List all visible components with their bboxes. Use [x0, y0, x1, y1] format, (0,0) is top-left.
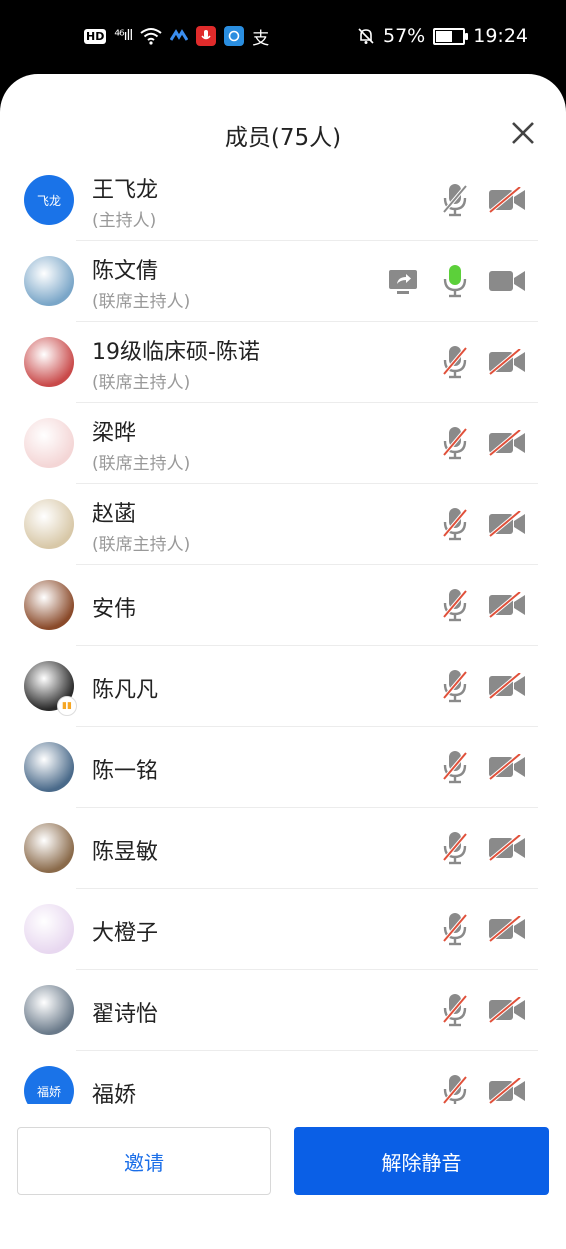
hd-icon: HD: [84, 28, 107, 44]
status-right-icons: 57% 19:24: [357, 24, 528, 48]
member-row[interactable]: ▮▮ 陈凡凡: [0, 646, 566, 727]
member-row[interactable]: 福娇 福娇: [0, 1051, 566, 1104]
microphone-icon[interactable]: [441, 344, 469, 380]
unmute-all-button[interactable]: 解除静音: [294, 1127, 549, 1195]
panel-title: 成员(75人): [224, 125, 342, 151]
member-row[interactable]: 飞龙 王飞龙 (主持人): [0, 160, 566, 241]
camera-icon[interactable]: [488, 430, 526, 456]
avatar: [24, 256, 74, 306]
status-bar: HD ⁴⁶ıll 支 57% 19:24: [0, 0, 566, 74]
member-row[interactable]: 陈文倩 (联席主持人): [0, 241, 566, 322]
member-name: 大橙子: [92, 921, 159, 946]
member-row[interactable]: 安伟: [0, 565, 566, 646]
member-name: 翟诗怡: [92, 1002, 159, 1027]
camera-icon[interactable]: [488, 349, 526, 375]
battery-level: [436, 30, 453, 42]
battery-icon: [433, 27, 469, 45]
member-row[interactable]: 陈一铭: [0, 727, 566, 808]
member-name: 陈一铭: [92, 759, 159, 784]
member-name: 陈昱敏: [92, 840, 159, 865]
member-role: (联席主持人): [92, 373, 191, 393]
microphone-icon[interactable]: [441, 587, 469, 623]
microphone-icon[interactable]: [441, 1073, 469, 1104]
member-name: 福娇: [92, 1083, 137, 1104]
clock: 19:24: [473, 25, 528, 47]
bottom-action-bar: 邀请 解除静音: [0, 1104, 566, 1249]
member-name: 19级临床硕-陈诺: [92, 340, 260, 365]
invite-button[interactable]: 邀请: [17, 1127, 271, 1195]
alipay-icon: 支: [252, 28, 270, 49]
close-icon[interactable]: [508, 118, 538, 148]
avatar: [24, 418, 74, 468]
avatar-initials: 福娇: [36, 1084, 61, 1099]
member-row[interactable]: 陈昱敏: [0, 808, 566, 889]
member-role: (主持人): [92, 211, 157, 231]
microphone-icon[interactable]: [441, 830, 469, 866]
members-panel: 成员(75人) 飞龙 王飞龙 (主持人) 陈文倩 (联席主持人) 19级临床硕-陈诺 (联席…: [0, 74, 566, 1249]
microphone-icon[interactable]: [441, 668, 469, 704]
member-name: 陈文倩: [92, 259, 159, 284]
camera-icon[interactable]: [488, 592, 526, 618]
camera-icon[interactable]: [488, 511, 526, 537]
microphone-icon[interactable]: [441, 506, 469, 542]
app-icon-2: [196, 26, 217, 46]
camera-icon[interactable]: [488, 268, 526, 294]
microphone-icon[interactable]: [441, 749, 469, 785]
signal-badge-icon: ▮▮: [57, 696, 77, 716]
microphone-icon[interactable]: [441, 911, 469, 947]
avatar: [24, 823, 74, 873]
avatar-initials: 飞龙: [36, 193, 61, 208]
signal-4g-icon: ⁴⁶ıll: [114, 28, 133, 44]
member-name: 陈凡凡: [92, 678, 159, 703]
member-name: 梁晔: [92, 421, 137, 446]
member-list[interactable]: 飞龙 王飞龙 (主持人) 陈文倩 (联席主持人) 19级临床硕-陈诺 (联席主持人) 梁晔 (联…: [0, 160, 566, 1104]
microphone-icon[interactable]: [441, 992, 469, 1028]
member-name: 赵菡: [92, 502, 137, 527]
microphone-icon[interactable]: [441, 263, 469, 299]
camera-icon[interactable]: [488, 754, 526, 780]
member-role: (联席主持人): [92, 535, 191, 555]
avatar: [24, 904, 74, 954]
app-icon-3: [224, 26, 245, 46]
avatar: [24, 985, 74, 1035]
camera-icon[interactable]: [488, 673, 526, 699]
camera-icon[interactable]: [488, 997, 526, 1023]
app-icon-1: [170, 29, 189, 41]
avatar: [24, 499, 74, 549]
screen-share-icon[interactable]: [388, 269, 418, 295]
avatar: [24, 337, 74, 387]
avatar: [24, 580, 74, 630]
member-row[interactable]: 大橙子: [0, 889, 566, 970]
member-row[interactable]: 翟诗怡: [0, 970, 566, 1051]
avatar: [24, 742, 74, 792]
avatar: 福娇: [24, 1066, 74, 1104]
member-role: (联席主持人): [92, 292, 191, 312]
avatar: 飞龙: [24, 175, 74, 225]
member-row[interactable]: 赵菡 (联席主持人): [0, 484, 566, 565]
microphone-icon[interactable]: [441, 425, 469, 461]
battery-percent: 57%: [383, 25, 426, 47]
camera-icon[interactable]: [488, 1078, 526, 1104]
status-left-icons: HD ⁴⁶ıll 支: [84, 24, 270, 49]
camera-icon[interactable]: [488, 916, 526, 942]
microphone-icon[interactable]: [441, 182, 469, 218]
member-row[interactable]: 梁晔 (联席主持人): [0, 403, 566, 484]
member-row[interactable]: 19级临床硕-陈诺 (联席主持人): [0, 322, 566, 403]
wifi-icon: [140, 28, 162, 45]
mute-bell-icon: [358, 28, 374, 44]
member-name: 安伟: [92, 597, 137, 622]
camera-icon[interactable]: [488, 187, 526, 213]
camera-icon[interactable]: [488, 835, 526, 861]
member-name: 王飞龙: [92, 178, 159, 203]
member-role: (联席主持人): [92, 454, 191, 474]
